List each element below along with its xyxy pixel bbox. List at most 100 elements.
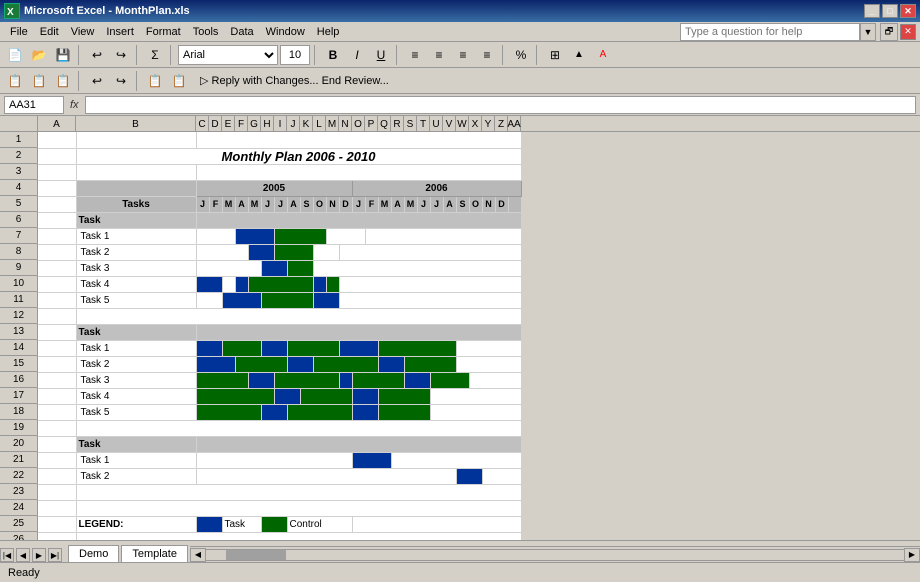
col-header-N[interactable]: N (339, 116, 352, 131)
tb2-btn6[interactable]: 📋 (144, 71, 166, 91)
tb2-btn4[interactable]: ↩ (86, 71, 108, 91)
row-header-26[interactable]: 26 (0, 532, 37, 540)
cell-A25[interactable] (38, 516, 76, 532)
cell-A2[interactable] (38, 148, 76, 164)
row-header-4[interactable]: 4 (0, 180, 37, 196)
sigma-button[interactable]: Σ (144, 45, 166, 65)
col-header-V[interactable]: V (443, 116, 456, 131)
row-header-23[interactable]: 23 (0, 484, 37, 500)
cell-A26[interactable] (38, 532, 76, 540)
row-header-2[interactable]: 2 (0, 148, 37, 164)
row-header-22[interactable]: 22 (0, 468, 37, 484)
col-header-K[interactable]: K (300, 116, 313, 131)
cell-A5[interactable] (38, 196, 76, 212)
bold-button[interactable]: B (322, 45, 344, 65)
menu-help[interactable]: Help (311, 24, 346, 40)
align-right-button[interactable]: ≡ (452, 45, 474, 65)
tab-demo[interactable]: Demo (68, 545, 119, 562)
percent-button[interactable]: % (510, 45, 532, 65)
italic-button[interactable]: I (346, 45, 368, 65)
menu-data[interactable]: Data (224, 24, 259, 40)
row-header-12[interactable]: 12 (0, 308, 37, 324)
menu-view[interactable]: View (65, 24, 101, 40)
col-header-R[interactable]: R (391, 116, 404, 131)
col-header-X[interactable]: X (469, 116, 482, 131)
col-header-Q[interactable]: Q (378, 116, 391, 131)
row-header-3[interactable]: 3 (0, 164, 37, 180)
menu-insert[interactable]: Insert (100, 24, 140, 40)
new-button[interactable]: 📄 (4, 45, 26, 65)
cell-A10[interactable] (38, 276, 76, 292)
cell-A6[interactable] (38, 212, 76, 228)
align-center-button[interactable]: ≡ (428, 45, 450, 65)
row-header-1[interactable]: 1 (0, 132, 37, 148)
menu-edit[interactable]: Edit (34, 24, 65, 40)
tab-template[interactable]: Template (121, 545, 188, 562)
window-resize-button[interactable]: 🗗 (880, 23, 898, 41)
row-header-14[interactable]: 14 (0, 340, 37, 356)
cell-A8[interactable] (38, 244, 76, 260)
close-button[interactable]: ✕ (900, 4, 916, 18)
row-header-6[interactable]: 6 (0, 212, 37, 228)
tb2-btn3[interactable]: 📋 (52, 71, 74, 91)
col-header-F[interactable]: F (235, 116, 248, 131)
cell-B1[interactable] (76, 132, 196, 148)
row-header-13[interactable]: 13 (0, 324, 37, 340)
row-header-9[interactable]: 9 (0, 260, 37, 276)
cell-A16[interactable] (38, 372, 76, 388)
col-header-W[interactable]: W (456, 116, 469, 131)
scroll-right-btn[interactable]: ▶ (904, 548, 920, 562)
col-header-L[interactable]: L (313, 116, 326, 131)
col-header-I[interactable]: I (274, 116, 287, 131)
help-search-input[interactable] (680, 23, 860, 41)
cell-A11[interactable] (38, 292, 76, 308)
font-color-button[interactable]: A (592, 45, 614, 65)
col-header-T[interactable]: T (417, 116, 430, 131)
tb2-btn7[interactable]: 📋 (168, 71, 190, 91)
cell-A19[interactable] (38, 420, 76, 436)
scroll-left-btn[interactable]: ◀ (190, 548, 206, 562)
col-header-J[interactable]: J (287, 116, 300, 131)
font-select[interactable]: Arial (178, 45, 278, 65)
open-button[interactable]: 📂 (28, 45, 50, 65)
cell-A17[interactable] (38, 388, 76, 404)
cell-B3[interactable] (76, 164, 196, 180)
scroll-thumb[interactable] (226, 550, 286, 560)
cell-A1[interactable] (38, 132, 76, 148)
scroll-track[interactable] (206, 549, 904, 561)
cell-A20[interactable] (38, 436, 76, 452)
col-header-AA[interactable]: AA (508, 116, 521, 131)
cell-A23[interactable] (38, 484, 76, 500)
col-header-Z[interactable]: Z (495, 116, 508, 131)
align-left-button[interactable]: ≡ (404, 45, 426, 65)
align-justify-button[interactable]: ≡ (476, 45, 498, 65)
fill-color-button[interactable]: ▲ (568, 45, 590, 65)
close-excel-button[interactable]: ✕ (900, 24, 916, 40)
cell-C3[interactable] (196, 164, 521, 180)
col-header-O[interactable]: O (352, 116, 365, 131)
col-header-H[interactable]: H (261, 116, 274, 131)
redo-button[interactable]: ↪ (110, 45, 132, 65)
col-header-S[interactable]: S (404, 116, 417, 131)
menu-tools[interactable]: Tools (187, 24, 225, 40)
col-header-C[interactable]: C (196, 116, 209, 131)
col-header-G[interactable]: G (248, 116, 261, 131)
col-header-B[interactable]: B (76, 116, 196, 131)
row-header-25[interactable]: 25 (0, 516, 37, 532)
cell-C1[interactable] (196, 132, 521, 148)
undo-button[interactable]: ↩ (86, 45, 108, 65)
row-header-24[interactable]: 24 (0, 500, 37, 516)
menu-format[interactable]: Format (140, 24, 187, 40)
formula-input[interactable] (85, 96, 916, 114)
underline-button[interactable]: U (370, 45, 392, 65)
row-header-16[interactable]: 16 (0, 372, 37, 388)
col-header-Y[interactable]: Y (482, 116, 495, 131)
menu-file[interactable]: File (4, 24, 34, 40)
col-header-D[interactable]: D (209, 116, 222, 131)
cell-A4[interactable] (38, 180, 76, 196)
cell-A24[interactable] (38, 500, 76, 516)
row-header-8[interactable]: 8 (0, 244, 37, 260)
cell-A18[interactable] (38, 404, 76, 420)
maximize-button[interactable]: □ (882, 4, 898, 18)
borders-button[interactable]: ⊞ (544, 45, 566, 65)
